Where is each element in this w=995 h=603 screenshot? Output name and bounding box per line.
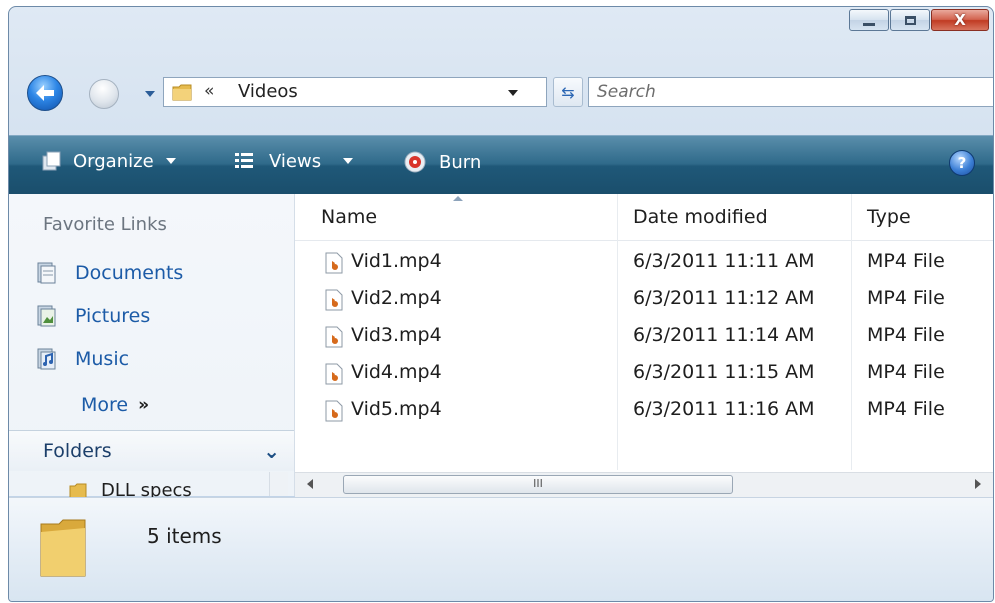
close-icon: X [954, 11, 966, 29]
favorite-links-title: Favorite Links [43, 214, 167, 235]
folders-label: Folders [43, 440, 112, 462]
forward-button[interactable] [89, 79, 119, 109]
burn-button[interactable]: Burn [403, 150, 481, 174]
file-row[interactable]: Vid4.mp4 6/3/2011 11:15 AM MP4 File [295, 355, 993, 392]
pictures-icon [37, 305, 56, 327]
favorite-link-documents[interactable]: Documents [35, 262, 183, 284]
file-date: 6/3/2011 11:12 AM [633, 287, 815, 309]
folders-toggle[interactable]: Folders ⌄ [9, 430, 294, 471]
navigation-scrollbar[interactable] [269, 472, 288, 496]
file-name: Vid4.mp4 [351, 361, 442, 383]
music-icon [37, 348, 56, 370]
file-date: 6/3/2011 11:14 AM [633, 324, 815, 346]
file-name: Vid2.mp4 [351, 287, 442, 309]
scrollbar-thumb[interactable]: III [343, 475, 733, 494]
search-input[interactable] [597, 79, 977, 105]
more-label: More [81, 394, 129, 416]
navigation-pane: Favorite Links Documents Pictures Music … [9, 194, 295, 501]
file-date: 6/3/2011 11:16 AM [633, 398, 815, 420]
maximize-icon [904, 15, 916, 25]
file-row[interactable]: Vid3.mp4 6/3/2011 11:14 AM MP4 File [295, 318, 993, 355]
video-file-icon [325, 289, 343, 311]
file-name: Vid5.mp4 [351, 398, 442, 420]
column-headers: Name Date modified Type [295, 194, 993, 241]
organize-icon [42, 151, 61, 171]
search-box[interactable] [588, 77, 993, 107]
explorer-window: X « Videos ⇆ Search Organize Views Burn … [8, 6, 994, 602]
video-file-icon [325, 400, 343, 422]
file-date: 6/3/2011 11:15 AM [633, 361, 815, 383]
help-button[interactable]: ? [949, 150, 975, 176]
address-dropdown-icon[interactable] [508, 90, 518, 96]
recent-pages-dropdown-icon[interactable] [145, 91, 155, 97]
back-button[interactable] [27, 75, 63, 111]
horizontal-scrollbar[interactable]: III [295, 472, 993, 497]
navigation-bar: « Videos ⇆ [9, 71, 993, 115]
back-arrow-icon [36, 85, 54, 101]
video-file-icon [325, 252, 343, 274]
command-bar: Organize Views Burn ? [9, 135, 993, 195]
address-overflow-chevron[interactable]: « [204, 81, 214, 101]
maximize-button[interactable] [890, 9, 930, 31]
scroll-left-icon[interactable] [307, 479, 313, 489]
column-header-date-modified[interactable]: Date modified [633, 206, 768, 228]
views-button[interactable]: Views [233, 150, 354, 172]
video-file-icon [325, 363, 343, 385]
refresh-button[interactable]: ⇆ [553, 77, 583, 107]
organize-label: Organize [73, 150, 154, 172]
sort-ascending-icon [453, 196, 463, 201]
organize-dropdown-icon [165, 158, 176, 164]
file-type: MP4 File [867, 361, 945, 383]
caption-buttons: X [849, 9, 989, 31]
minimize-icon [863, 22, 875, 26]
file-row[interactable]: Vid1.mp4 6/3/2011 11:11 AM MP4 File [295, 244, 993, 281]
more-links[interactable]: More » [81, 394, 149, 416]
scroll-right-icon[interactable] [975, 479, 981, 489]
file-list: Name Date modified Type Vid1.mp4 6/3/201… [295, 194, 993, 497]
file-name: Vid1.mp4 [351, 250, 442, 272]
item-count: 5 items [147, 524, 222, 548]
views-icon [235, 153, 253, 168]
organize-button[interactable]: Organize [41, 150, 176, 172]
burn-label: Burn [439, 151, 482, 173]
address-bar[interactable]: « Videos [163, 77, 547, 107]
favorite-link-pictures[interactable]: Pictures [35, 305, 150, 327]
favorite-link-label: Music [75, 348, 130, 370]
refresh-icon: ⇆ [561, 82, 575, 102]
documents-icon [37, 262, 56, 284]
file-row[interactable]: Vid2.mp4 6/3/2011 11:12 AM MP4 File [295, 281, 993, 318]
file-row[interactable]: Vid5.mp4 6/3/2011 11:16 AM MP4 File [295, 392, 993, 429]
file-type: MP4 File [867, 398, 945, 420]
views-dropdown-icon [343, 158, 354, 164]
column-header-name[interactable]: Name [321, 206, 377, 228]
file-date: 6/3/2011 11:11 AM [633, 250, 815, 272]
close-button[interactable]: X [931, 9, 989, 31]
column-header-type[interactable]: Type [867, 206, 911, 228]
folder-icon [172, 84, 192, 101]
views-label: Views [269, 150, 322, 172]
favorite-link-music[interactable]: Music [35, 348, 129, 370]
favorite-link-label: Pictures [75, 305, 151, 327]
video-file-icon [325, 326, 343, 348]
details-pane: 5 items [9, 497, 993, 601]
file-type: MP4 File [867, 324, 945, 346]
file-type: MP4 File [867, 250, 945, 272]
favorite-link-label: Documents [75, 262, 184, 284]
minimize-button[interactable] [849, 9, 889, 31]
folder-icon [40, 519, 86, 577]
content-area: Favorite Links Documents Pictures Music … [9, 194, 993, 501]
address-location[interactable]: Videos [238, 81, 298, 102]
burn-icon [404, 151, 426, 173]
file-name: Vid3.mp4 [351, 324, 442, 346]
chevron-down-icon: ⌄ [263, 439, 280, 463]
file-type: MP4 File [867, 287, 945, 309]
help-icon: ? [957, 154, 967, 172]
more-chevron-icon: » [138, 395, 150, 415]
